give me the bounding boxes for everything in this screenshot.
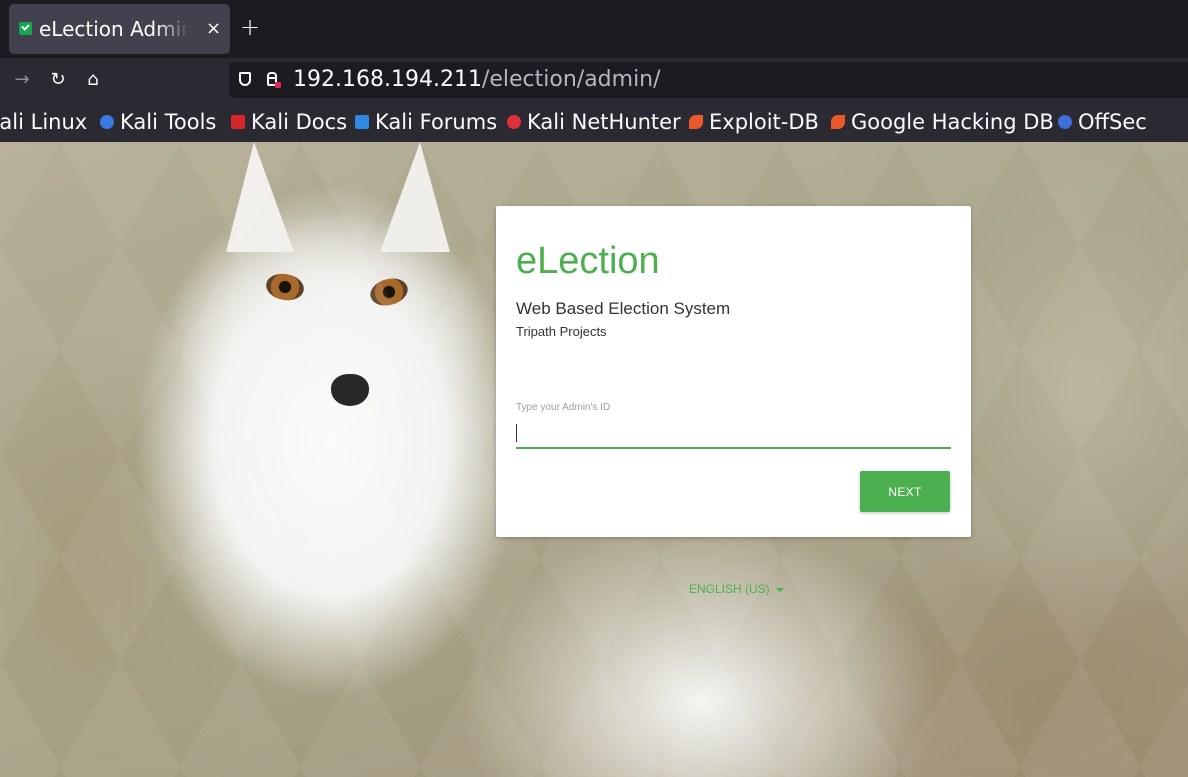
insecure-lock-icon[interactable] [267, 77, 281, 88]
bookmark-label: Kali Linux [0, 110, 88, 134]
language-selector[interactable]: ENGLISH (US) [689, 582, 784, 596]
background-fox-eye [264, 270, 306, 304]
bookmark-offsec[interactable]: OffSec [1058, 107, 1147, 137]
forward-arrow-icon[interactable]: → [9, 67, 35, 93]
login-card: eLection Web Based Election System Tripa… [496, 206, 971, 537]
background-fox-ear [380, 142, 450, 252]
brand-title: eLection [516, 240, 660, 282]
url-path: /election/admin/ [481, 67, 661, 92]
caret-down-icon [775, 587, 784, 592]
organization-name: Tripath Projects [516, 324, 607, 339]
bookmark-google-hacking-db[interactable]: Google Hacking DB [831, 107, 1054, 137]
bookmark-kali-tools[interactable]: Kali Tools [100, 107, 216, 137]
url-text[interactable]: 192.168.194.211/election/admin/ [293, 66, 661, 94]
tab-strip: eLection Administration × + [0, 0, 1188, 58]
bookmark-kali-docs[interactable]: Kali Docs [231, 107, 347, 137]
page-viewport: eLection Web Based Election System Tripa… [0, 142, 1188, 777]
close-tab-icon[interactable]: × [206, 16, 221, 42]
admin-id-label: Type your Admin's ID [516, 402, 611, 413]
next-button[interactable]: NEXT [860, 471, 950, 512]
bookmark-label: Google Hacking DB [851, 110, 1054, 134]
offsec-icon [1058, 115, 1072, 129]
bookmark-label: Exploit-DB [709, 110, 819, 134]
tracking-protection-shield-icon[interactable] [239, 72, 251, 86]
bookmark-label: Kali NetHunter [527, 110, 681, 134]
bookmark-kali-nethunter[interactable]: Kali NetHunter [507, 107, 681, 137]
kali-nethunter-icon [507, 115, 521, 129]
text-cursor [516, 424, 517, 442]
background-fox-nose [331, 374, 369, 406]
reload-icon[interactable]: ↻ [45, 67, 71, 93]
election-favicon-icon [19, 22, 32, 35]
browser-tab-active[interactable]: eLection Administration × [9, 4, 230, 54]
language-label: ENGLISH (US) [689, 582, 770, 596]
background-fox-ear [226, 142, 294, 252]
url-host: 192.168.194.211 [293, 67, 482, 92]
kali-forums-icon [355, 115, 369, 129]
bookmark-label: Kali Forums [375, 110, 498, 134]
bookmark-label: Kali Tools [120, 110, 217, 134]
kali-docs-icon [231, 115, 245, 129]
ghdb-icon [831, 115, 845, 129]
kali-tools-icon [100, 115, 114, 129]
new-tab-button[interactable]: + [240, 14, 260, 40]
bookmark-label: OffSec [1078, 110, 1147, 134]
bookmarks-toolbar: Kali Linux Kali Tools Kali Docs Kali For… [0, 102, 1188, 142]
address-bar[interactable]: 192.168.194.211/election/admin/ [229, 62, 1188, 98]
bookmark-label: Kali Docs [251, 110, 348, 134]
system-subtitle: Web Based Election System [516, 299, 731, 318]
bookmark-kali-linux[interactable]: Kali Linux [0, 107, 87, 137]
background-fox-eye [367, 274, 411, 310]
bookmark-kali-forums[interactable]: Kali Forums [355, 107, 497, 137]
admin-id-input[interactable] [516, 419, 951, 449]
tab-title: eLection Administration [39, 17, 189, 41]
exploit-db-icon [689, 115, 703, 129]
home-icon[interactable]: ⌂ [80, 67, 106, 93]
bookmark-exploit-db[interactable]: Exploit-DB [689, 107, 819, 137]
navigation-toolbar: → ↻ ⌂ 192.168.194.211/election/admin/ [0, 58, 1188, 102]
